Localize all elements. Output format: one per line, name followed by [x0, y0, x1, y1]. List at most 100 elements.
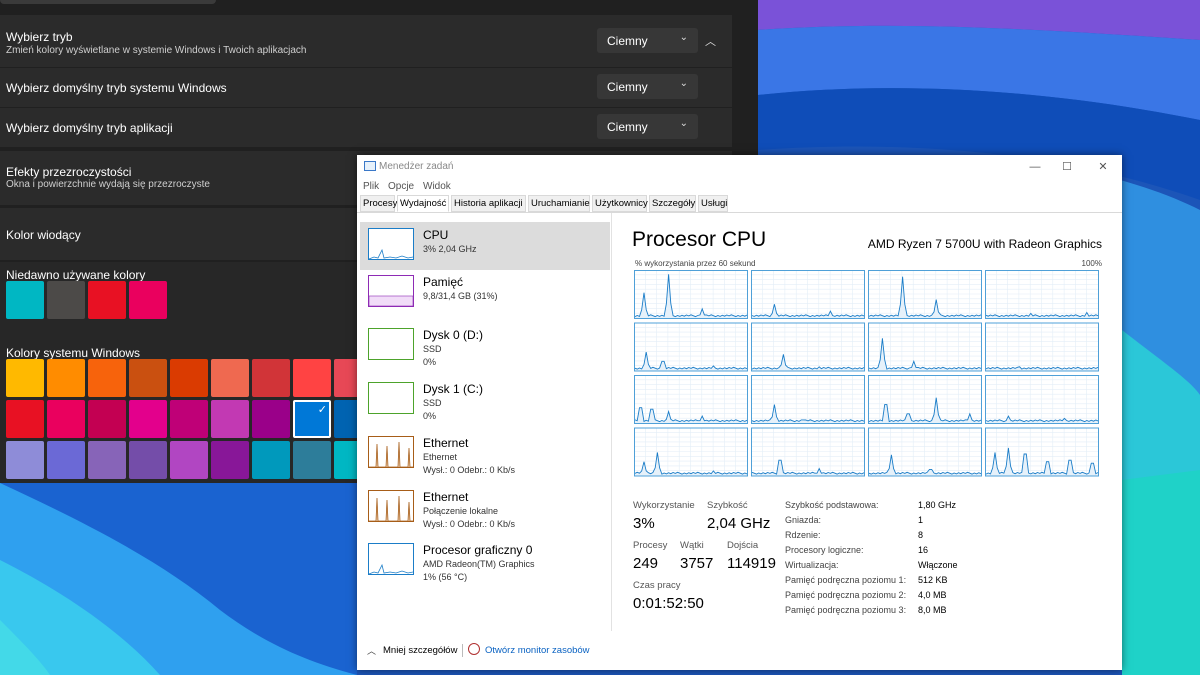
tab-performance[interactable]: Wydajność [397, 195, 449, 212]
core-graph [868, 375, 982, 424]
maximize-icon[interactable]: ☐ [1050, 158, 1084, 176]
core-graph [868, 322, 982, 372]
system-color-swatch[interactable] [170, 359, 208, 397]
spec-value: 512 KB [918, 575, 948, 585]
spec-label: Pamięć podręczna poziomu 1: [785, 575, 907, 585]
core-graphs [634, 270, 1099, 477]
resource-item[interactable]: Procesor graficzny 0 AMD Radeon(TM) Graph… [360, 537, 610, 585]
system-color-swatch[interactable]: ✓ [293, 400, 331, 438]
chevron-down-icon: ⌄ [679, 118, 688, 129]
system-color-swatch[interactable] [47, 441, 85, 479]
resource-name: Procesor graficzny 0 [423, 543, 533, 557]
transparency-subtitle: Okna i powierzchnie wydają się przezrocz… [6, 179, 210, 190]
system-color-swatch[interactable] [293, 441, 331, 479]
tab-users[interactable]: Użytkownicy [592, 195, 648, 212]
fewer-details-button[interactable]: Mniej szczegółów [383, 645, 457, 656]
core-graph [634, 375, 748, 424]
chevron-up-icon[interactable]: ︿ [705, 33, 716, 49]
resource-name: Dysk 1 (C:) [423, 382, 483, 396]
tab-startup[interactable]: Uruchamianie [528, 195, 590, 212]
minimize-icon[interactable]: — [1018, 158, 1052, 176]
resource-detail: SSD [423, 344, 442, 354]
open-resource-monitor-link[interactable]: Otwórz monitor zasobów [485, 645, 590, 656]
resource-thumbnail [368, 543, 414, 575]
processes-label: Procesy [633, 540, 668, 551]
spec-label: Pamięć podręczna poziomu 3: [785, 605, 907, 615]
menu-file[interactable]: Plik [363, 181, 379, 192]
system-color-swatch[interactable] [6, 441, 44, 479]
resource-item[interactable]: Pamięć 9,8/31,4 GB (31%) [360, 269, 610, 317]
resource-item[interactable]: Dysk 1 (C:) SSD 0% [360, 376, 610, 424]
windows-mode-dropdown[interactable]: Ciemny ⌄ [597, 74, 698, 99]
menu-view[interactable]: Widok [423, 181, 451, 192]
tab-details[interactable]: Szczegóły [649, 195, 696, 212]
core-graph [985, 375, 1099, 424]
app-mode-row: Wybierz domyślny tryb aplikacji Ciemny ⌄ [0, 108, 732, 147]
system-color-swatch[interactable] [252, 400, 290, 438]
system-color-swatch[interactable] [211, 400, 249, 438]
mode-title: Wybierz tryb [6, 30, 73, 44]
system-color-swatch[interactable] [293, 359, 331, 397]
system-color-swatch[interactable] [88, 359, 126, 397]
chevron-up-icon[interactable]: ︿ [367, 644, 376, 657]
tab-processes[interactable]: Procesy [360, 195, 397, 212]
recent-color-swatch[interactable] [129, 281, 167, 319]
system-color-swatch[interactable] [88, 441, 126, 479]
resource-detail: 3% 2,04 GHz [423, 244, 477, 254]
system-color-swatch[interactable] [252, 441, 290, 479]
resource-detail: 0% [423, 411, 437, 421]
resource-name: Dysk 0 (D:) [423, 328, 483, 342]
resource-item[interactable]: Ethernet Połączenie lokalne Wysł.: 0 Odebr… [360, 484, 610, 532]
spec-value: 8,0 MB [918, 605, 947, 615]
windows-mode-row: Wybierz domyślny tryb systemu Windows Ci… [0, 68, 732, 107]
mode-row[interactable]: Wybierz tryb Zmień kolory wyświetlane w … [0, 15, 732, 67]
resource-name: Ethernet [423, 490, 469, 504]
system-color-swatch[interactable] [6, 400, 44, 438]
system-color-swatch[interactable] [6, 359, 44, 397]
resource-thumbnail [368, 382, 414, 414]
system-color-swatch[interactable] [211, 359, 249, 397]
recent-color-swatch[interactable] [88, 281, 126, 319]
system-color-swatch[interactable] [170, 441, 208, 479]
resource-name: CPU [423, 228, 449, 242]
tab-services[interactable]: Usługi [698, 195, 728, 212]
system-color-swatch[interactable] [47, 400, 85, 438]
system-color-swatch[interactable] [129, 359, 167, 397]
resource-item[interactable]: Dysk 0 (D:) SSD 0% [360, 322, 610, 370]
system-color-swatch[interactable] [252, 359, 290, 397]
system-color-swatch[interactable] [129, 400, 167, 438]
cpu-detail: Procesor CPU AMD Ryzen 7 5700U with Rade… [613, 213, 1122, 631]
resource-detail: 1% (56 °C) [423, 572, 468, 582]
resource-detail: Wysł.: 0 Odebr.: 0 Kb/s [423, 465, 515, 475]
system-color-swatch[interactable] [88, 400, 126, 438]
title-bar[interactable]: Menedżer zadań — ☐ ✕ [357, 155, 1122, 179]
resource-item[interactable]: Ethernet Ethernet Wysł.: 0 Odebr.: 0 Kb/s [360, 430, 610, 478]
resource-detail: Ethernet [423, 452, 458, 462]
windows-mode-title: Wybierz domyślny tryb systemu Windows [6, 81, 227, 95]
core-graph [985, 427, 1099, 477]
app-mode-dropdown-value: Ciemny [607, 120, 648, 134]
system-color-swatch[interactable] [211, 441, 249, 479]
core-graph [868, 270, 982, 319]
mode-dropdown[interactable]: Ciemny ⌄ [597, 28, 698, 53]
recent-color-swatch[interactable] [47, 281, 85, 319]
tab-app-history[interactable]: Historia aplikacji [451, 195, 526, 212]
chevron-down-icon: ⌄ [679, 78, 688, 89]
core-graph [634, 427, 748, 477]
system-color-swatch[interactable] [47, 359, 85, 397]
task-manager-icon [364, 161, 376, 171]
resource-item[interactable]: CPU 3% 2,04 GHz [360, 222, 610, 270]
spec-value: 1,80 GHz [918, 500, 957, 510]
close-icon[interactable]: ✕ [1086, 158, 1120, 176]
spec-label: Wirtualizacja: [785, 560, 839, 570]
system-colors-label: Kolory systemu Windows [6, 346, 141, 360]
resource-list: CPU 3% 2,04 GHz Pamięć 9,8/31,4 GB (31%) Dys… [357, 213, 612, 631]
spec-label: Gniazda: [785, 515, 822, 525]
menu-options[interactable]: Opcje [388, 181, 414, 192]
system-color-swatch[interactable] [129, 441, 167, 479]
system-color-swatch[interactable] [170, 400, 208, 438]
app-mode-dropdown[interactable]: Ciemny ⌄ [597, 114, 698, 139]
resource-detail: Połączenie lokalne [423, 506, 499, 516]
windows-mode-dropdown-value: Ciemny [607, 80, 648, 94]
recent-color-swatch[interactable] [6, 281, 44, 319]
